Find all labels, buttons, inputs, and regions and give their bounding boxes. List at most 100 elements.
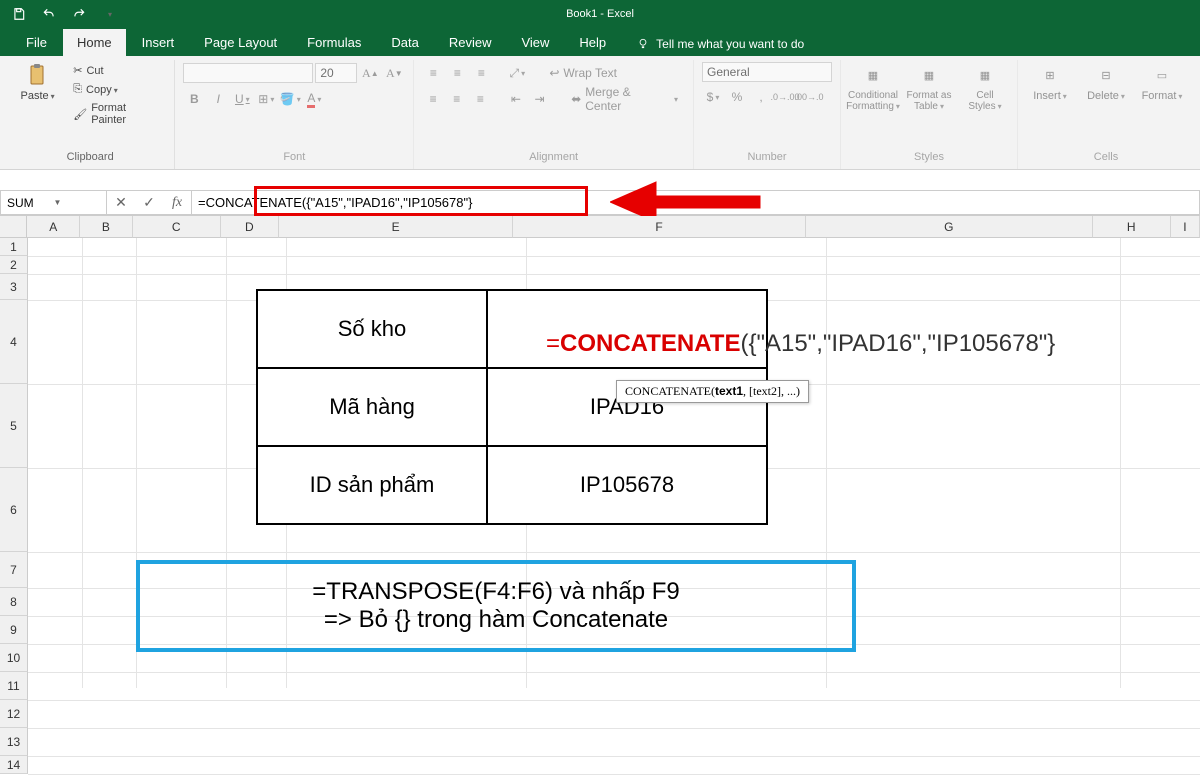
font-color-button[interactable]: A bbox=[303, 88, 325, 110]
qat-customize-icon[interactable] bbox=[96, 3, 122, 25]
col-head-H[interactable]: H bbox=[1093, 216, 1171, 238]
group-cells: ⊞Insert ⊟Delete ▭Format Cells bbox=[1018, 60, 1194, 169]
group-clipboard-label: Clipboard bbox=[67, 151, 114, 163]
currency-icon[interactable]: $ bbox=[702, 86, 724, 108]
conditional-formatting-button[interactable]: ▦Conditional Formatting bbox=[849, 62, 897, 112]
ribbon-tabs: File Home Insert Page Layout Formulas Da… bbox=[0, 28, 1200, 56]
increase-font-icon[interactable]: A▲ bbox=[359, 62, 381, 84]
percent-icon[interactable]: % bbox=[726, 86, 748, 108]
format-cells-label: Format bbox=[1142, 90, 1183, 102]
cell-F4-editing[interactable]: =CONCATENATE({"A15","IPAD16","IP105678"} bbox=[546, 330, 1055, 358]
tab-insert[interactable]: Insert bbox=[128, 29, 189, 56]
tab-file[interactable]: File bbox=[12, 29, 61, 56]
col-head-F[interactable]: F bbox=[513, 216, 806, 238]
row-head-1[interactable]: 1 bbox=[0, 238, 28, 256]
align-top-icon[interactable]: ≡ bbox=[422, 62, 444, 84]
align-bottom-icon[interactable]: ≡ bbox=[470, 62, 492, 84]
row-head-11[interactable]: 11 bbox=[0, 672, 28, 700]
col-head-A[interactable]: A bbox=[27, 216, 80, 238]
row-head-7[interactable]: 7 bbox=[0, 552, 28, 588]
data-table: Số kho Mã hàngIPAD16 ID sản phẩmIP105678 bbox=[256, 289, 768, 525]
cut-button[interactable]: ✂Cut bbox=[69, 62, 166, 79]
undo-icon[interactable] bbox=[36, 3, 62, 25]
title-bar: Book1 - Excel bbox=[0, 0, 1200, 28]
cell-F6[interactable]: IP105678 bbox=[487, 446, 767, 524]
row-head-4[interactable]: 4 bbox=[0, 300, 28, 384]
group-font-label: Font bbox=[283, 151, 305, 163]
increase-indent-icon[interactable]: ⇥ bbox=[529, 88, 551, 110]
delete-cells-button[interactable]: ⊟Delete bbox=[1082, 62, 1130, 102]
border-button[interactable]: ⊞ bbox=[255, 88, 277, 110]
decrease-font-icon[interactable]: A▼ bbox=[383, 62, 405, 84]
row-head-5[interactable]: 5 bbox=[0, 384, 28, 468]
group-alignment: ≡ ≡ ≡ ⤢ ↩Wrap Text ≡ ≡ ≡ ⇤ ⇥ ⬌Merge & Ce… bbox=[414, 60, 694, 169]
orientation-icon[interactable]: ⤢ bbox=[506, 62, 528, 84]
format-cells-button[interactable]: ▭ Format bbox=[1138, 62, 1186, 102]
font-name-combo[interactable] bbox=[183, 63, 313, 83]
formula-bar: SUM▼ ✕ ✓ fx =CONCATENATE({"A15","IPAD16"… bbox=[0, 190, 1200, 216]
group-styles-label: Styles bbox=[914, 151, 944, 163]
align-middle-icon[interactable]: ≡ bbox=[446, 62, 468, 84]
formula-function-name: CONCATENATE bbox=[560, 330, 740, 357]
fill-color-button[interactable]: 🪣 bbox=[279, 88, 301, 110]
wrap-text-button[interactable]: ↩Wrap Text bbox=[542, 62, 624, 84]
tell-me-search[interactable]: Tell me what you want to do bbox=[636, 32, 804, 56]
redo-icon[interactable] bbox=[66, 3, 92, 25]
row-head-10[interactable]: 10 bbox=[0, 644, 28, 672]
tab-formulas[interactable]: Formulas bbox=[293, 29, 375, 56]
paste-button[interactable]: Paste bbox=[14, 62, 61, 102]
cell-styles-button[interactable]: ▦Cell Styles bbox=[961, 62, 1009, 112]
increase-decimal-icon[interactable]: .0→.00 bbox=[774, 86, 796, 108]
tab-pagelayout[interactable]: Page Layout bbox=[190, 29, 291, 56]
col-head-E[interactable]: E bbox=[279, 216, 513, 238]
row-head-2[interactable]: 2 bbox=[0, 256, 28, 274]
cell-E6[interactable]: ID sản phẩm bbox=[257, 446, 487, 524]
select-all-corner[interactable] bbox=[0, 216, 27, 238]
enter-formula-button[interactable]: ✓ bbox=[135, 191, 163, 214]
row-head-3[interactable]: 3 bbox=[0, 274, 28, 300]
tab-review[interactable]: Review bbox=[435, 29, 506, 56]
format-painter-label: Format Painter bbox=[91, 102, 162, 126]
row-head-12[interactable]: 12 bbox=[0, 700, 28, 728]
copy-button[interactable]: ⎘Copy bbox=[69, 81, 166, 98]
worksheet-grid[interactable]: ABCDEFGHI 1234567891011121314 Số kho Mã … bbox=[0, 216, 1200, 774]
align-center-icon[interactable]: ≡ bbox=[446, 88, 468, 110]
col-head-C[interactable]: C bbox=[133, 216, 221, 238]
format-painter-button[interactable]: 🖌Format Painter bbox=[69, 100, 166, 128]
merge-center-button[interactable]: ⬌Merge & Center bbox=[564, 88, 685, 110]
col-head-D[interactable]: D bbox=[221, 216, 280, 238]
format-cells-icon: ▭ bbox=[1149, 62, 1175, 88]
name-box[interactable]: SUM▼ bbox=[0, 190, 106, 215]
font-size-combo[interactable] bbox=[315, 63, 357, 83]
row-head-13[interactable]: 13 bbox=[0, 728, 28, 756]
decrease-indent-icon[interactable]: ⇤ bbox=[505, 88, 527, 110]
underline-button[interactable]: U bbox=[231, 88, 253, 110]
cancel-formula-button[interactable]: ✕ bbox=[107, 191, 135, 214]
row-head-6[interactable]: 6 bbox=[0, 468, 28, 552]
comma-icon[interactable]: , bbox=[750, 86, 772, 108]
tab-data[interactable]: Data bbox=[377, 29, 432, 56]
delete-cells-label: Delete bbox=[1087, 90, 1125, 102]
save-icon[interactable] bbox=[6, 3, 32, 25]
row-head-8[interactable]: 8 bbox=[0, 588, 28, 616]
align-left-icon[interactable]: ≡ bbox=[422, 88, 444, 110]
col-head-I[interactable]: I bbox=[1171, 216, 1200, 238]
bold-button[interactable]: B bbox=[183, 88, 205, 110]
tab-help[interactable]: Help bbox=[565, 29, 620, 56]
italic-button[interactable]: I bbox=[207, 88, 229, 110]
tab-home[interactable]: Home bbox=[63, 29, 126, 56]
row-head-9[interactable]: 9 bbox=[0, 616, 28, 644]
align-right-icon[interactable]: ≡ bbox=[470, 88, 492, 110]
insert-cells-button[interactable]: ⊞Insert bbox=[1026, 62, 1074, 102]
cell-E4[interactable]: Số kho bbox=[257, 290, 487, 368]
tab-view[interactable]: View bbox=[507, 29, 563, 56]
row-head-14[interactable]: 14 bbox=[0, 756, 28, 774]
insert-function-button[interactable]: fx bbox=[163, 191, 191, 214]
col-head-G[interactable]: G bbox=[806, 216, 1093, 238]
number-format-combo[interactable] bbox=[702, 62, 832, 82]
format-as-table-button[interactable]: ▦Format as Table bbox=[905, 62, 953, 112]
decrease-decimal-icon[interactable]: .00→.0 bbox=[798, 86, 820, 108]
cell-E5[interactable]: Mã hàng bbox=[257, 368, 487, 446]
col-head-B[interactable]: B bbox=[80, 216, 133, 238]
format-as-table-icon: ▦ bbox=[916, 62, 942, 88]
